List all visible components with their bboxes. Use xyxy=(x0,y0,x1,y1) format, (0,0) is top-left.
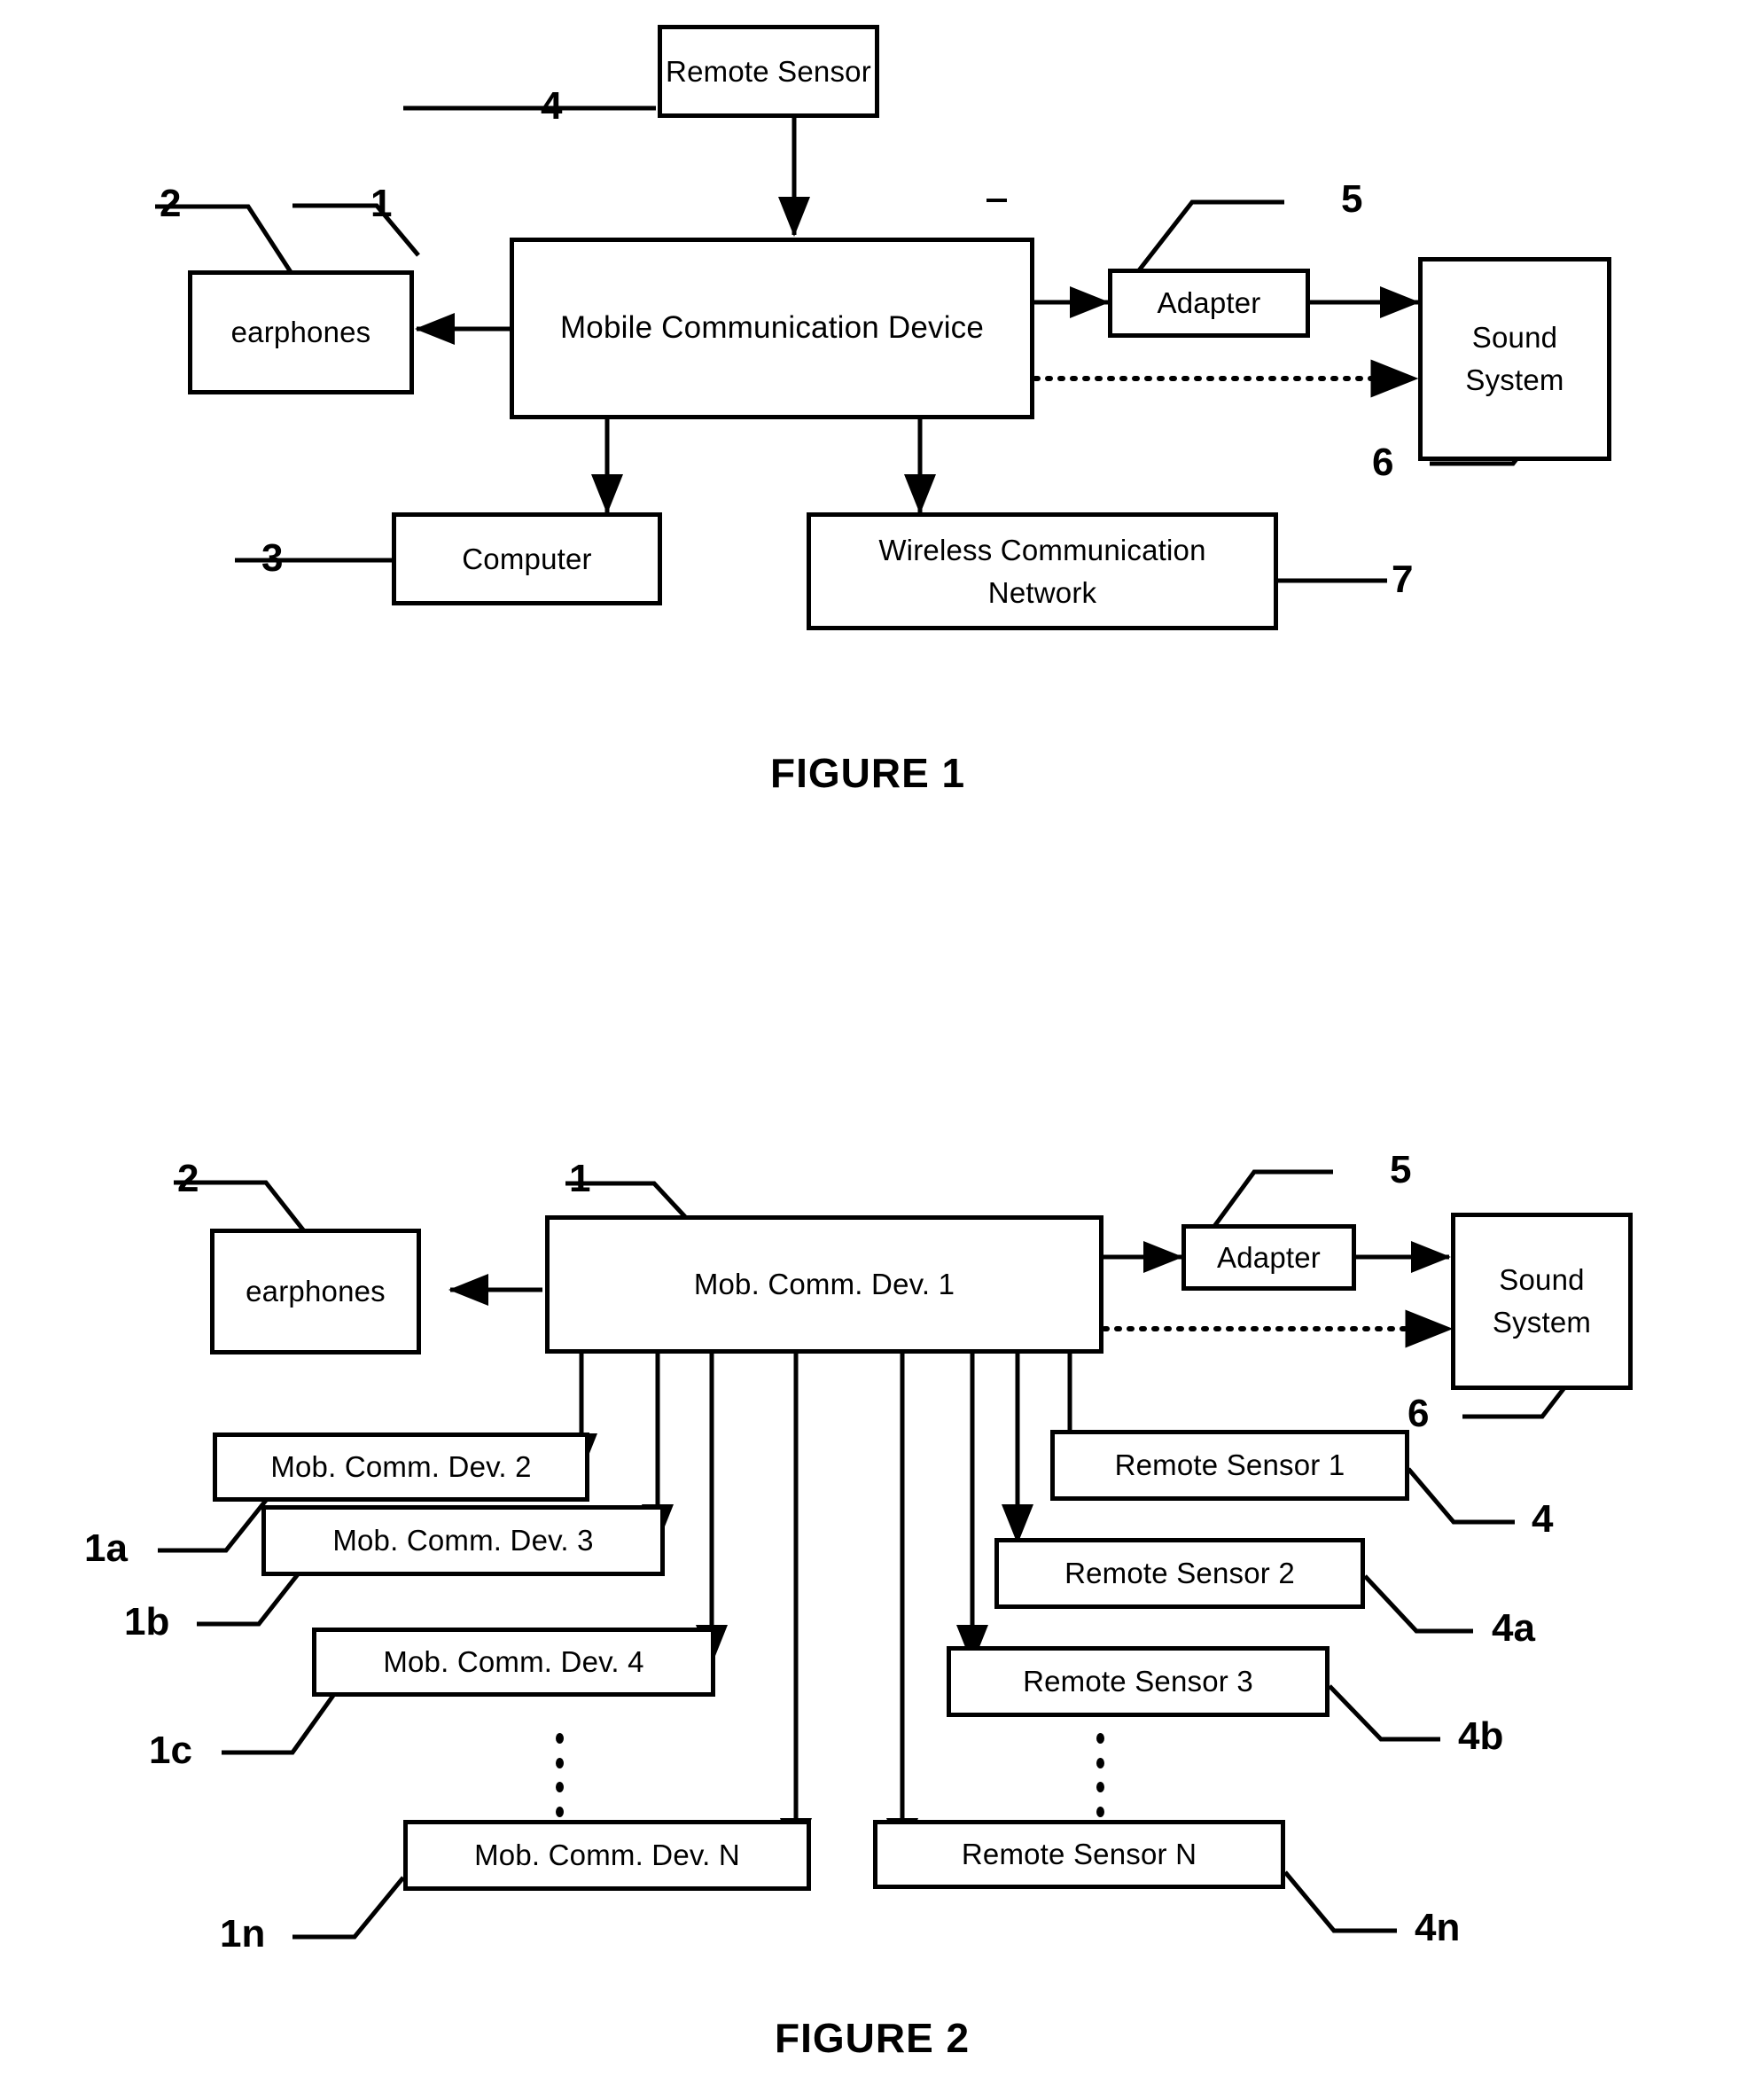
ref-numeral-7: 7 xyxy=(1392,558,1414,601)
fig2-adapter-box[interactable]: Adapter xyxy=(1181,1224,1356,1291)
remote-sensor-2-box[interactable]: Remote Sensor 2 xyxy=(994,1538,1365,1609)
fig2-sound-system-label: Sound System xyxy=(1492,1263,1592,1339)
fig2-leader-line-1n xyxy=(292,1876,405,1940)
leader-line-1 xyxy=(292,203,420,257)
fig2-adapter-label: Adapter xyxy=(1217,1240,1321,1274)
fig2-sound-system-box[interactable]: Sound System xyxy=(1451,1213,1633,1390)
mob-comm-dev-1-box[interactable]: Mob. Comm. Dev. 1 xyxy=(545,1215,1103,1354)
computer-label: Computer xyxy=(462,542,592,575)
ref-numeral-2: 2 xyxy=(160,182,182,225)
mob-comm-dev-4-box[interactable]: Mob. Comm. Dev. 4 xyxy=(312,1628,715,1697)
remote-sensor-n-box[interactable]: Remote Sensor N xyxy=(873,1820,1285,1889)
remote-sensor-label: Remote Sensor xyxy=(666,54,871,88)
remote-sensor-box[interactable]: Remote Sensor xyxy=(658,25,879,118)
fig2-leader-line-4 xyxy=(1407,1467,1515,1525)
remote-sensor-1-label: Remote Sensor 1 xyxy=(1114,1448,1345,1482)
earphones-box[interactable]: earphones xyxy=(188,270,414,394)
mob-comm-dev-2-label: Mob. Comm. Dev. 2 xyxy=(270,1450,532,1484)
figure-1-caption: FIGURE 1 xyxy=(770,750,966,796)
mob-comm-dev-2-box[interactable]: Mob. Comm. Dev. 2 xyxy=(213,1433,589,1502)
remote-sensor-3-box[interactable]: Remote Sensor 3 xyxy=(947,1646,1330,1717)
mob-comm-dev-n-label: Mob. Comm. Dev. N xyxy=(474,1838,740,1872)
fig2-leader-line-4a xyxy=(1363,1574,1473,1634)
ref-numeral-4: 4 xyxy=(541,84,563,128)
remote-sensor-n-label: Remote Sensor N xyxy=(961,1838,1197,1871)
sound-system-box[interactable]: Sound System xyxy=(1418,257,1611,461)
fig2-ref-numeral-4a: 4a xyxy=(1492,1606,1535,1650)
earphones-label: earphones xyxy=(230,316,371,349)
leader-line-5 xyxy=(1137,199,1284,272)
ref-numeral-1: 1 xyxy=(370,182,393,225)
fig2-ref-numeral-5: 5 xyxy=(1390,1148,1412,1191)
drawing-sheet: Remote Sensor Mobile Communication Devic… xyxy=(0,0,1739,2100)
fig2-earphones-label: earphones xyxy=(246,1275,386,1308)
computer-box[interactable]: Computer xyxy=(392,512,662,605)
vertical-ellipsis-left-icon xyxy=(554,1733,565,1817)
fig2-ref-numeral-4: 4 xyxy=(1532,1497,1554,1541)
fig2-ref-numeral-1n: 1n xyxy=(220,1912,266,1956)
fig2-leader-line-4n xyxy=(1283,1870,1397,1933)
fig2-ref-numeral-2: 2 xyxy=(177,1157,199,1200)
remote-sensor-1-box[interactable]: Remote Sensor 1 xyxy=(1050,1430,1409,1501)
mob-comm-dev-n-box[interactable]: Mob. Comm. Dev. N xyxy=(403,1820,811,1891)
mob-comm-dev-1-label: Mob. Comm. Dev. 1 xyxy=(693,1268,955,1301)
vertical-ellipsis-right-icon xyxy=(1095,1733,1105,1817)
ref-numeral-5: 5 xyxy=(1341,177,1363,221)
remote-sensor-2-label: Remote Sensor 2 xyxy=(1064,1557,1295,1590)
fig2-earphones-box[interactable]: earphones xyxy=(210,1229,421,1354)
sound-system-label: Sound System xyxy=(1465,321,1564,396)
fig2-ref-numeral-1c: 1c xyxy=(149,1729,192,1772)
fig2-ref-numeral-1a: 1a xyxy=(84,1526,128,1570)
mob-comm-dev-3-box[interactable]: Mob. Comm. Dev. 3 xyxy=(261,1505,665,1576)
wireless-communication-network-label: Wireless Communication Network xyxy=(878,533,1206,609)
fig2-ref-numeral-4b: 4b xyxy=(1458,1714,1504,1758)
figure-2-caption: FIGURE 2 xyxy=(775,2015,971,2061)
mobile-communication-device-label: Mobile Communication Device xyxy=(559,310,985,346)
fig2-ref-numeral-4n: 4n xyxy=(1415,1906,1461,1949)
ref-numeral-3: 3 xyxy=(261,536,284,580)
fig2-ref-numeral-1b: 1b xyxy=(124,1600,170,1643)
mob-comm-dev-4-label: Mob. Comm. Dev. 4 xyxy=(383,1645,644,1679)
wireless-communication-network-box[interactable]: Wireless Communication Network xyxy=(807,512,1278,630)
ref-numeral-6: 6 xyxy=(1372,441,1394,484)
fig2-ref-numeral-1: 1 xyxy=(569,1157,591,1200)
fig2-leader-line-4b xyxy=(1328,1684,1440,1742)
mobile-communication-device-box[interactable]: Mobile Communication Device xyxy=(510,238,1034,419)
fig2-ref-numeral-6: 6 xyxy=(1408,1392,1430,1435)
mob-comm-dev-3-label: Mob. Comm. Dev. 3 xyxy=(332,1524,594,1557)
adapter-box[interactable]: Adapter xyxy=(1108,269,1310,338)
remote-sensor-3-label: Remote Sensor 3 xyxy=(1023,1665,1253,1698)
adapter-label: Adapter xyxy=(1157,286,1261,320)
